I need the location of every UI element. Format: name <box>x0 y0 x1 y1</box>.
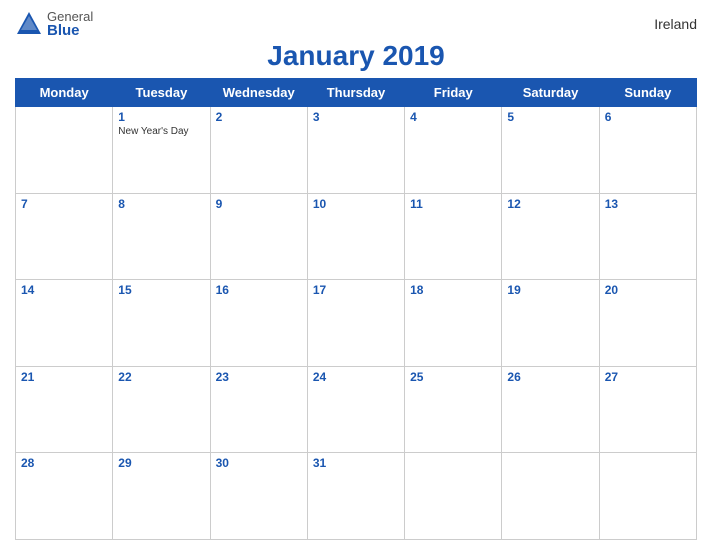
date-number: 26 <box>507 370 593 384</box>
date-number: 31 <box>313 456 399 470</box>
calendar-cell: 21 <box>16 366 113 453</box>
date-number: 15 <box>118 283 204 297</box>
calendar-cell: 11 <box>405 193 502 280</box>
calendar-cell: 10 <box>307 193 404 280</box>
calendar-cell: 5 <box>502 107 599 194</box>
calendar-cell: 14 <box>16 280 113 367</box>
day-header-tuesday: Tuesday <box>113 79 210 107</box>
calendar-cell: 25 <box>405 366 502 453</box>
calendar-cell: 12 <box>502 193 599 280</box>
logo-icon <box>15 10 43 38</box>
date-number: 23 <box>216 370 302 384</box>
calendar-cell: 26 <box>502 366 599 453</box>
calendar-cell: 17 <box>307 280 404 367</box>
week-row-4: 21 22 23 24 25 26 27 <box>16 366 697 453</box>
date-number: 17 <box>313 283 399 297</box>
date-number: 30 <box>216 456 302 470</box>
calendar-cell: 18 <box>405 280 502 367</box>
date-number: 5 <box>507 110 593 124</box>
date-number: 25 <box>410 370 496 384</box>
calendar-cell: 6 <box>599 107 696 194</box>
week-row-5: 28 29 30 31 <box>16 453 697 540</box>
calendar-cell: 20 <box>599 280 696 367</box>
date-number: 20 <box>605 283 691 297</box>
calendar-cell: 28 <box>16 453 113 540</box>
calendar: MondayTuesdayWednesdayThursdayFridaySatu… <box>15 78 697 540</box>
week-row-3: 14 15 16 17 18 19 20 <box>16 280 697 367</box>
calendar-cell <box>16 107 113 194</box>
calendar-cell: 16 <box>210 280 307 367</box>
date-number: 12 <box>507 197 593 211</box>
date-number: 28 <box>21 456 107 470</box>
date-number: 29 <box>118 456 204 470</box>
date-number: 19 <box>507 283 593 297</box>
calendar-cell: 9 <box>210 193 307 280</box>
calendar-cell <box>502 453 599 540</box>
calendar-cell: 3 <box>307 107 404 194</box>
calendar-cell: 30 <box>210 453 307 540</box>
date-number: 24 <box>313 370 399 384</box>
date-number: 13 <box>605 197 691 211</box>
logo-header: General Blue Ireland <box>15 10 697 38</box>
calendar-cell <box>599 453 696 540</box>
date-number: 1 <box>118 110 204 124</box>
date-number: 4 <box>410 110 496 124</box>
day-header-friday: Friday <box>405 79 502 107</box>
logo-text: General Blue <box>47 10 93 38</box>
date-number: 16 <box>216 283 302 297</box>
calendar-cell: 31 <box>307 453 404 540</box>
date-number: 14 <box>21 283 107 297</box>
country-label: Ireland <box>654 16 697 32</box>
date-number: 21 <box>21 370 107 384</box>
day-header-sunday: Sunday <box>599 79 696 107</box>
date-number: 27 <box>605 370 691 384</box>
calendar-cell: 23 <box>210 366 307 453</box>
calendar-cell: 27 <box>599 366 696 453</box>
calendar-cell: 4 <box>405 107 502 194</box>
day-header-saturday: Saturday <box>502 79 599 107</box>
day-header-wednesday: Wednesday <box>210 79 307 107</box>
header-row: MondayTuesdayWednesdayThursdayFridaySatu… <box>16 79 697 107</box>
calendar-cell: 24 <box>307 366 404 453</box>
day-header-thursday: Thursday <box>307 79 404 107</box>
calendar-cell: 7 <box>16 193 113 280</box>
date-number: 2 <box>216 110 302 124</box>
calendar-cell: 15 <box>113 280 210 367</box>
date-number: 11 <box>410 197 496 211</box>
calendar-cell: 19 <box>502 280 599 367</box>
week-row-1: 1 New Year's Day 23456 <box>16 107 697 194</box>
date-number: 7 <box>21 197 107 211</box>
calendar-cell: 8 <box>113 193 210 280</box>
calendar-cell: 2 <box>210 107 307 194</box>
calendar-cell: 13 <box>599 193 696 280</box>
logo: General Blue <box>15 10 93 38</box>
holiday-name: New Year's Day <box>118 126 204 137</box>
calendar-title: January 2019 <box>15 40 697 72</box>
date-number: 18 <box>410 283 496 297</box>
week-row-2: 789 10 11 12 13 <box>16 193 697 280</box>
date-number: 6 <box>605 110 691 124</box>
date-number: 22 <box>118 370 204 384</box>
calendar-cell: 22 <box>113 366 210 453</box>
logo-blue-text: Blue <box>47 23 93 38</box>
date-number: 8 <box>118 197 204 211</box>
date-number: 3 <box>313 110 399 124</box>
date-number: 9 <box>216 197 302 211</box>
day-header-monday: Monday <box>16 79 113 107</box>
calendar-cell: 29 <box>113 453 210 540</box>
date-number: 10 <box>313 197 399 211</box>
calendar-cell <box>405 453 502 540</box>
calendar-cell: 1 New Year's Day <box>113 107 210 194</box>
